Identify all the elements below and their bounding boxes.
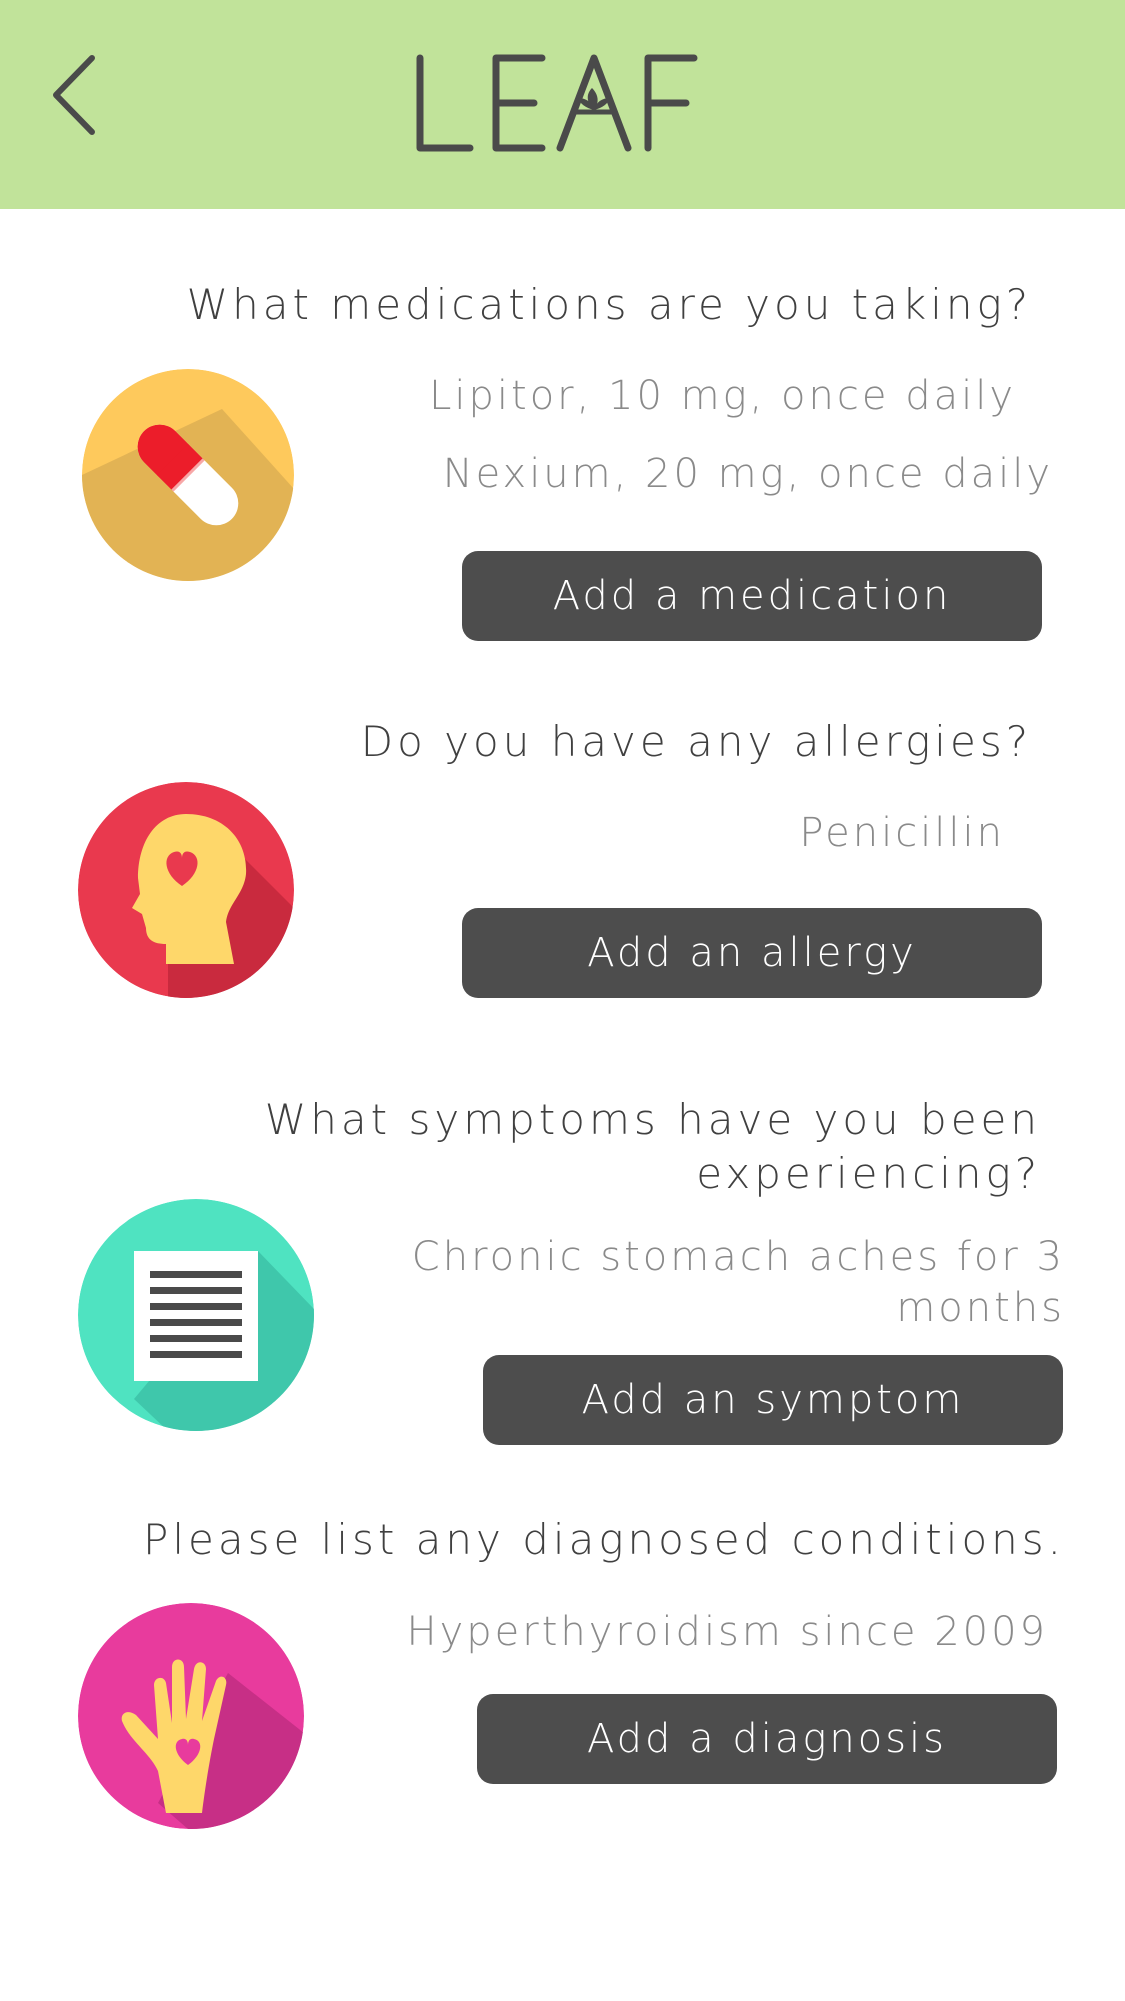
pill-icon [82,369,294,581]
diagnosis-item: Hyperthyroidism since 2009 [406,1609,1048,1655]
symptom-item-line: Chronic stomach aches for 3 [411,1234,1065,1280]
chevron-left-icon [53,55,95,135]
app-header [0,0,1125,209]
head-heart-icon [78,782,294,998]
symptoms-question-line: experiencing? [696,1149,1041,1198]
symptom-item-line: months [896,1285,1065,1331]
add-symptom-button[interactable]: Add an symptom [483,1355,1063,1445]
symptoms-question-line: What symptoms have you been [264,1095,1041,1144]
hand-heart-icon [78,1603,304,1829]
allergy-item: Penicillin [799,810,1005,856]
document-icon [78,1199,314,1431]
back-button[interactable] [44,50,104,140]
medication-item: Lipitor, 10 mg, once daily [429,373,1016,419]
medications-question: What medications are you taking? [186,280,1032,329]
add-medication-button[interactable]: Add a medication [462,551,1042,641]
allergies-question: Do you have any allergies? [360,717,1032,766]
medication-item: Nexium, 20 mg, once daily [442,451,1053,497]
add-diagnosis-button[interactable]: Add a diagnosis [477,1694,1057,1784]
diagnoses-question: Please list any diagnosed conditions. [143,1515,1065,1564]
add-allergy-button[interactable]: Add an allergy [462,908,1042,998]
app-logo [412,52,702,156]
